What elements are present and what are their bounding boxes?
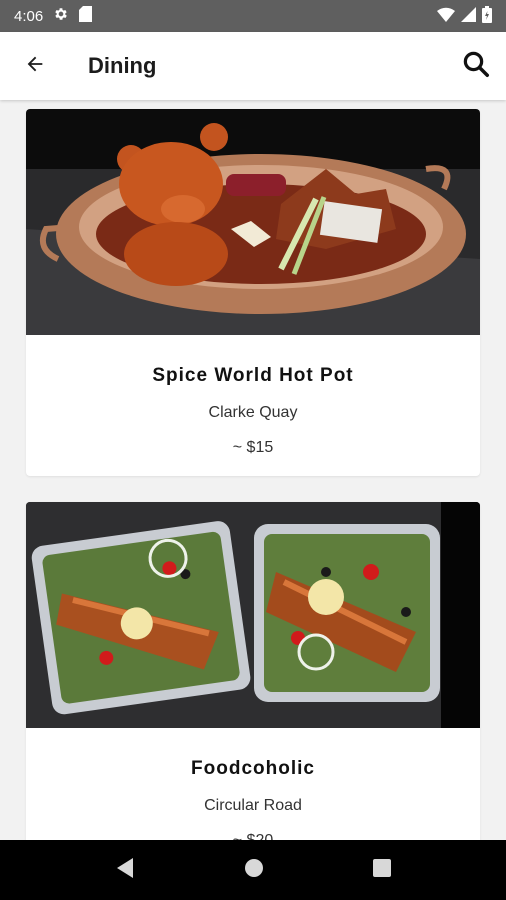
restaurant-card[interactable]: Foodcoholic Circular Road ~ $20 bbox=[26, 502, 480, 840]
overview-square-icon[interactable] bbox=[373, 858, 392, 882]
restaurant-price: ~ $15 bbox=[232, 439, 274, 456]
restaurant-photo bbox=[26, 109, 480, 335]
status-time: 4:06 bbox=[14, 7, 44, 25]
restaurant-list[interactable]: Spice World Hot Pot Clarke Quay ~ $15 Fo… bbox=[0, 100, 506, 840]
restaurant-location: Clarke Quay bbox=[208, 404, 298, 421]
app-bar: Dining bbox=[0, 32, 506, 100]
page-title: Dining bbox=[88, 53, 157, 78]
restaurant-name: Spice World Hot Pot bbox=[152, 365, 354, 386]
restaurant-price: ~ $20 bbox=[26, 832, 480, 840]
back-triangle-icon[interactable] bbox=[115, 857, 135, 884]
back-button[interactable] bbox=[0, 32, 70, 100]
arrow-left-icon bbox=[24, 53, 46, 80]
home-circle-icon[interactable] bbox=[244, 858, 264, 883]
sd-card-icon bbox=[79, 6, 93, 26]
search-button[interactable] bbox=[446, 32, 506, 100]
restaurant-card[interactable]: Spice World Hot Pot Clarke Quay ~ $15 bbox=[26, 109, 480, 476]
signal-icon bbox=[461, 6, 476, 26]
wifi-icon bbox=[437, 7, 455, 26]
restaurant-location: Circular Road bbox=[204, 797, 302, 814]
restaurant-photo bbox=[26, 502, 480, 728]
status-bar: 4:06 bbox=[0, 0, 506, 32]
search-icon bbox=[461, 49, 491, 84]
navigation-bar bbox=[0, 840, 506, 900]
gear-icon bbox=[53, 6, 69, 26]
restaurant-name: Foodcoholic bbox=[191, 758, 315, 779]
battery-icon bbox=[482, 5, 492, 27]
